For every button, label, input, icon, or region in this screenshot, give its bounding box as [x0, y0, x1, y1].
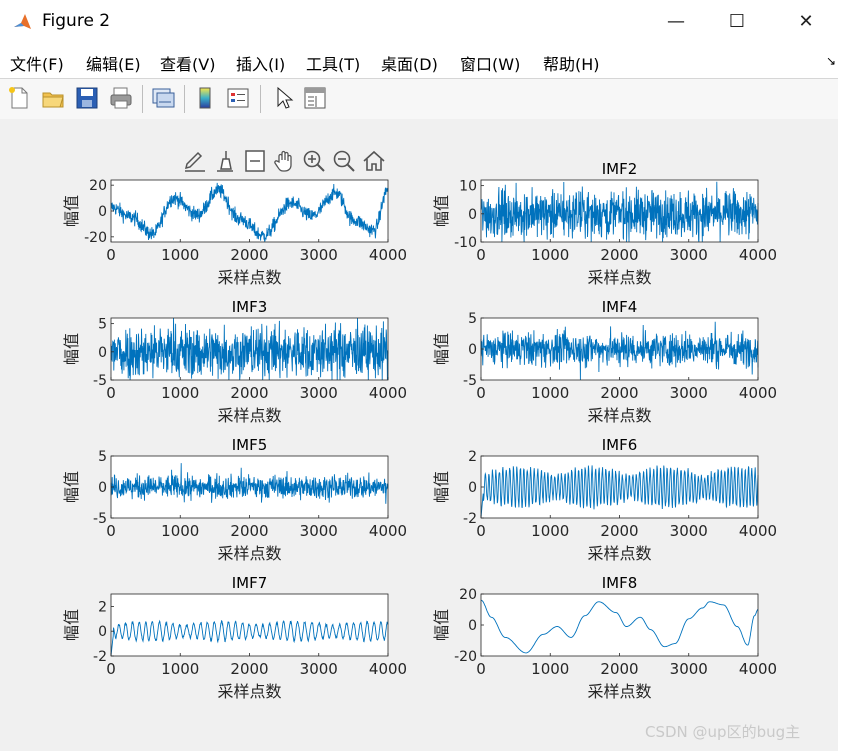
- subplot-5: 0 1000 2000 3000 400050-5IMF5采样点数幅值: [62, 436, 407, 563]
- subplot-title: IMF6: [602, 436, 638, 454]
- x-tick-label: 1000: [161, 660, 199, 678]
- x-tick-label: 2000: [600, 384, 638, 402]
- subplot-title: IMF8: [602, 574, 638, 592]
- subplot-title: IMF3: [232, 298, 268, 316]
- x-tick-label: 3000: [300, 384, 338, 402]
- y-tick-label: 0: [98, 624, 107, 640]
- y-tick-label: 2: [468, 449, 477, 465]
- x-tick-label: 1000: [531, 384, 569, 402]
- x-tick-label: 3000: [670, 660, 708, 678]
- x-tick-label: 0: [476, 246, 486, 264]
- y-axis-label: 幅值: [432, 333, 451, 365]
- x-tick-label: 4000: [369, 660, 407, 678]
- x-tick-label: 4000: [739, 246, 777, 264]
- subplot-grid: 0 1000 2000 3000 4000200-20采样点数幅值0 1000 2000 30…: [62, 160, 777, 701]
- y-axis-label: 幅值: [62, 609, 81, 641]
- x-tick-label: 3000: [300, 246, 338, 264]
- y-axis-label: 幅值: [432, 471, 451, 503]
- x-tick-label: 2000: [230, 522, 268, 540]
- x-tick-label: 0: [106, 246, 116, 264]
- x-tick-label: 1000: [161, 384, 199, 402]
- y-tick-label: -20: [454, 649, 477, 665]
- y-axis-label: 幅值: [62, 471, 81, 503]
- subplot-3: 0 1000 2000 3000 400050-5IMF3采样点数幅值: [62, 298, 407, 425]
- x-tick-label: 2000: [600, 246, 638, 264]
- x-tick-label: 0: [106, 660, 116, 678]
- x-tick-label: 3000: [300, 522, 338, 540]
- x-tick-label: 0: [106, 522, 116, 540]
- x-tick-label: 4000: [739, 660, 777, 678]
- x-tick-label: 1000: [531, 660, 569, 678]
- y-axis-label: 幅值: [432, 609, 451, 641]
- x-tick-label: 2000: [600, 522, 638, 540]
- x-tick-label: 4000: [739, 384, 777, 402]
- x-tick-label: 2000: [230, 384, 268, 402]
- subplot-title: IMF4: [602, 298, 638, 316]
- window-frame-edge: [838, 44, 844, 751]
- y-tick-label: 5: [468, 311, 477, 327]
- y-tick-label: 0: [98, 480, 107, 496]
- watermark-text: CSDN @up区的bug主: [645, 723, 801, 741]
- y-tick-label: 10: [459, 179, 477, 195]
- y-tick-label: 0: [468, 342, 477, 358]
- y-tick-label: 5: [98, 449, 107, 465]
- y-tick-label: 0: [98, 204, 107, 220]
- x-tick-label: 1000: [531, 522, 569, 540]
- y-axis-label: 幅值: [62, 333, 81, 365]
- y-tick-label: 2: [98, 599, 107, 615]
- x-axis-label: 采样点数: [587, 682, 651, 701]
- y-tick-label: -5: [93, 511, 107, 527]
- subplot-2: 0 1000 2000 3000 4000100-10IMF2采样点数幅值: [432, 160, 777, 287]
- y-tick-label: -2: [93, 649, 107, 665]
- x-tick-label: 0: [476, 522, 486, 540]
- x-tick-label: 4000: [739, 522, 777, 540]
- y-axis-label: 幅值: [62, 195, 81, 227]
- x-tick-label: 0: [476, 660, 486, 678]
- x-axis-label: 采样点数: [217, 682, 281, 701]
- x-tick-label: 0: [476, 384, 486, 402]
- x-tick-label: 2000: [600, 660, 638, 678]
- x-axis-label: 采样点数: [587, 268, 651, 287]
- x-axis-label: 采样点数: [587, 406, 651, 425]
- x-tick-label: 3000: [300, 660, 338, 678]
- y-tick-label: -20: [84, 230, 107, 246]
- subplot-6: 0 1000 2000 3000 400020-2IMF6采样点数幅值: [432, 436, 777, 563]
- y-tick-label: -2: [463, 511, 477, 527]
- subplot-1: 0 1000 2000 3000 4000200-20采样点数幅值: [62, 178, 407, 287]
- subplot-title: IMF7: [232, 574, 268, 592]
- x-tick-label: 2000: [230, 660, 268, 678]
- x-tick-label: 1000: [531, 246, 569, 264]
- y-tick-label: 0: [468, 480, 477, 496]
- x-tick-label: 1000: [161, 246, 199, 264]
- x-tick-label: 4000: [369, 522, 407, 540]
- y-tick-label: 5: [98, 317, 107, 333]
- x-tick-label: 3000: [670, 522, 708, 540]
- x-tick-label: 4000: [369, 246, 407, 264]
- x-tick-label: 0: [106, 384, 116, 402]
- subplot-title: IMF2: [602, 160, 638, 178]
- subplot-8: 0 1000 2000 3000 4000200-20IMF8采样点数幅值: [432, 574, 777, 701]
- y-tick-label: -10: [454, 235, 477, 251]
- x-axis-label: 采样点数: [217, 406, 281, 425]
- x-axis-label: 采样点数: [587, 544, 651, 563]
- y-axis-label: 幅值: [432, 195, 451, 227]
- y-tick-label: 20: [89, 178, 107, 194]
- x-tick-label: 3000: [670, 384, 708, 402]
- subplot-7: 0 1000 2000 3000 400020-2IMF7采样点数幅值: [62, 574, 407, 701]
- x-tick-label: 1000: [161, 522, 199, 540]
- y-tick-label: 0: [468, 618, 477, 634]
- subplot-title: IMF5: [232, 436, 268, 454]
- x-axis-label: 采样点数: [217, 268, 281, 287]
- x-axis-label: 采样点数: [217, 544, 281, 563]
- y-tick-label: 0: [468, 207, 477, 223]
- x-tick-label: 4000: [369, 384, 407, 402]
- y-tick-label: -5: [463, 373, 477, 389]
- y-tick-label: 0: [98, 345, 107, 361]
- y-tick-label: -5: [93, 373, 107, 389]
- x-tick-label: 2000: [230, 246, 268, 264]
- x-tick-label: 3000: [670, 246, 708, 264]
- subplot-4: 0 1000 2000 3000 400050-5IMF4采样点数幅值: [432, 298, 777, 425]
- y-tick-label: 20: [459, 587, 477, 603]
